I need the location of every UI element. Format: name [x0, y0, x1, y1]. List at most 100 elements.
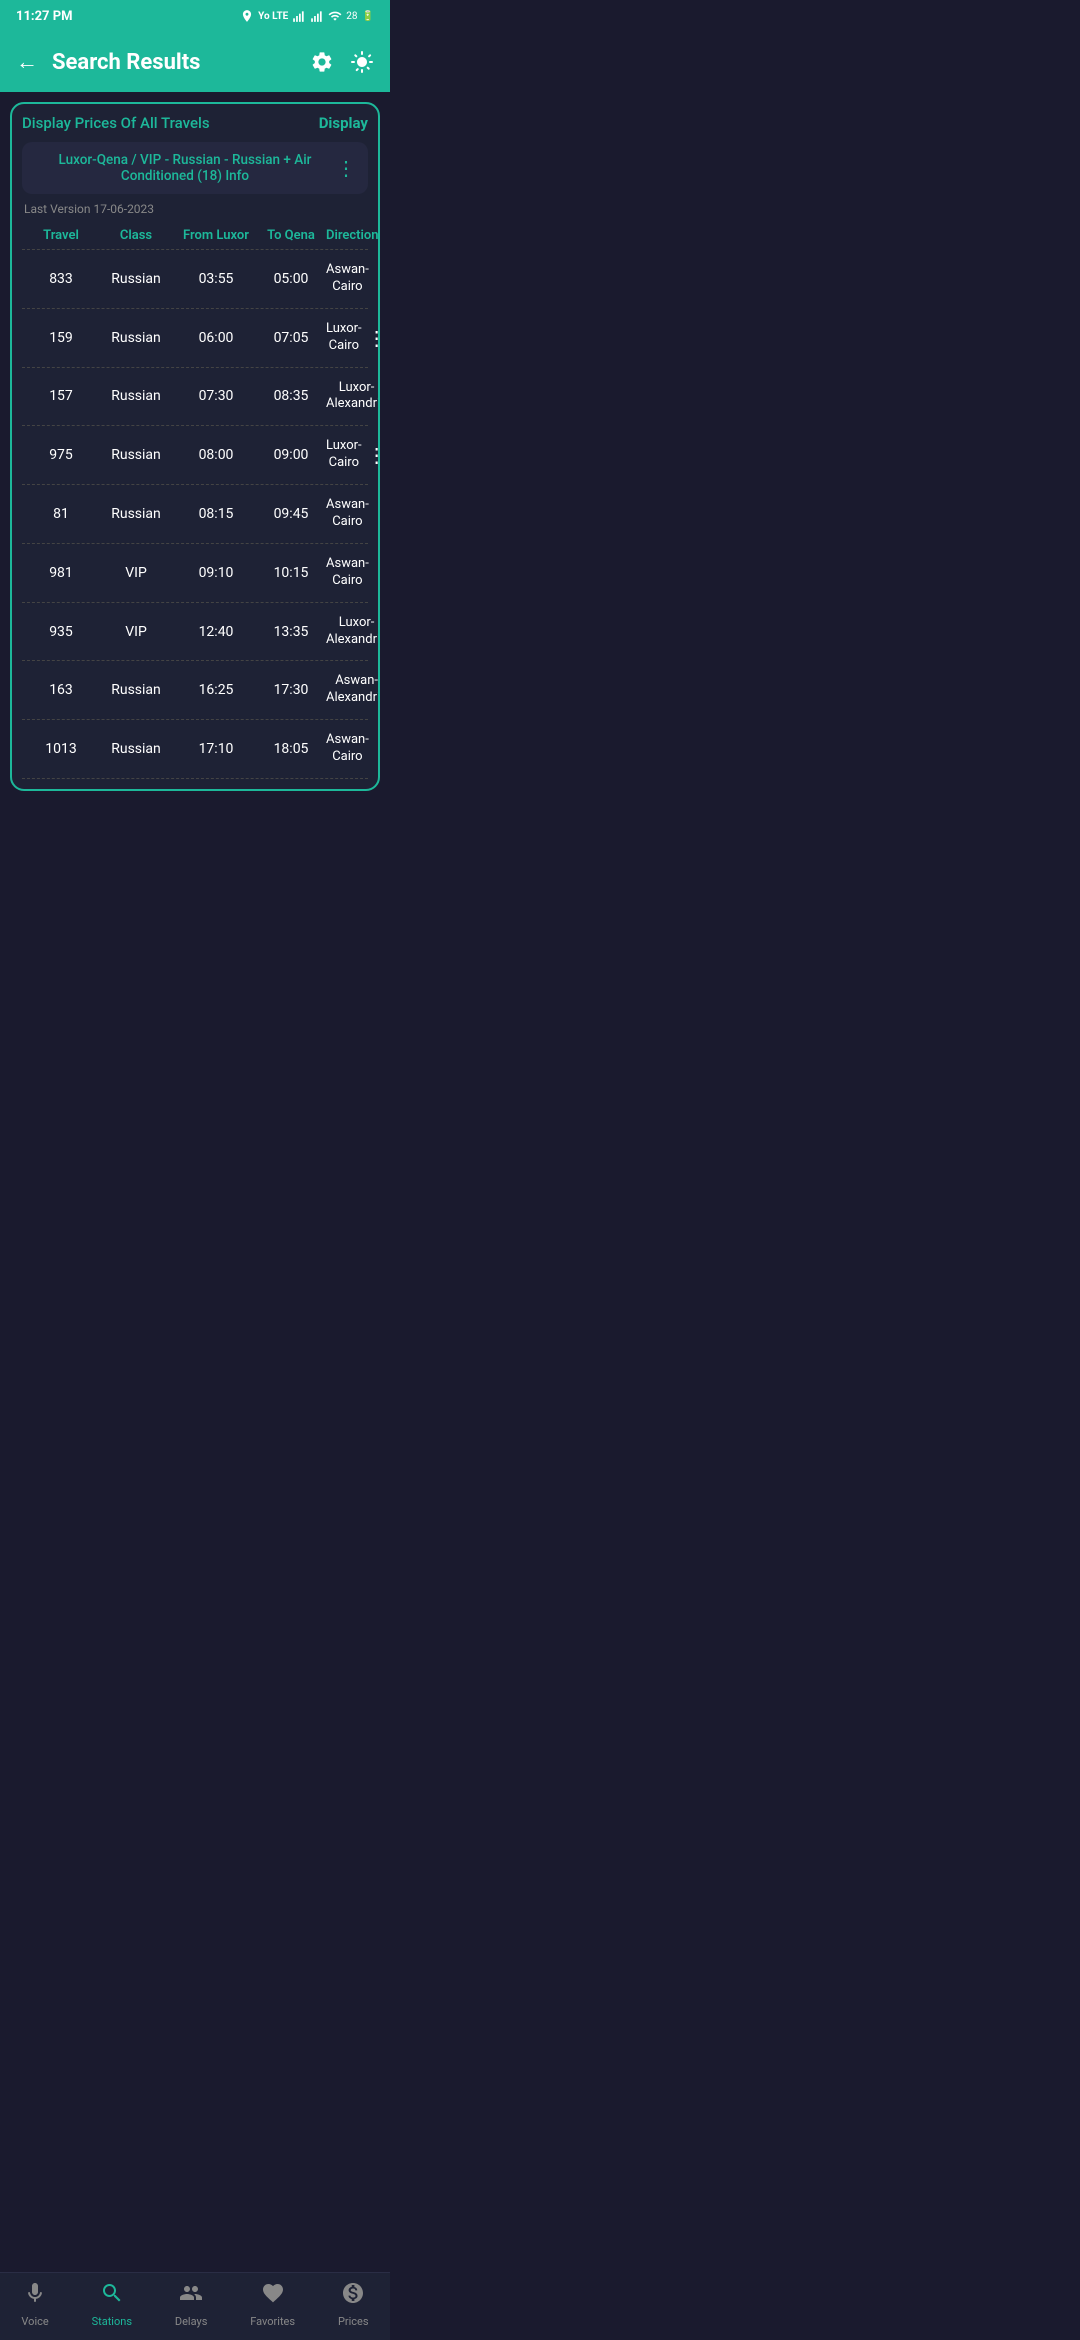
prices-icon	[341, 2281, 365, 2311]
lte-label: Yo LTE	[258, 11, 288, 22]
cell-travel: 1013	[26, 741, 96, 757]
display-prices-text: Display Prices Of All Travels	[22, 114, 210, 132]
route-info: Luxor-Qena / VIP - Russian - Russian + A…	[22, 142, 368, 194]
row-menu-button[interactable]: ⋮	[369, 502, 380, 526]
cell-travel: 833	[26, 271, 96, 287]
voice-icon	[23, 2281, 47, 2311]
cell-to: 05:00	[256, 271, 326, 287]
cell-class: Russian	[96, 506, 176, 522]
nav-label-delays: Delays	[175, 2315, 208, 2328]
cell-travel: 981	[26, 565, 96, 581]
row-menu-button[interactable]: ⋮	[362, 443, 380, 467]
cell-to: 09:45	[256, 506, 326, 522]
battery-label: 28	[346, 11, 357, 22]
route-text: Luxor-Qena / VIP - Russian - Russian + A…	[34, 152, 336, 184]
nav-item-stations[interactable]: Stations	[92, 2281, 132, 2328]
cell-from: 09:10	[176, 565, 256, 581]
alarm-icon	[240, 9, 254, 23]
cell-from: 06:00	[176, 330, 256, 346]
table-row: 981 VIP 09:10 10:15 Aswan-Cairo ⋮	[22, 544, 368, 602]
cell-to: 09:00	[256, 447, 326, 463]
cell-class: Russian	[96, 682, 176, 698]
status-icons: Yo LTE 28 🔋	[240, 9, 374, 23]
nav-label-stations: Stations	[92, 2315, 132, 2328]
row-menu-button[interactable]: ⋮	[369, 561, 380, 585]
version-text: Last Version 17-06-2023	[22, 202, 368, 216]
table-body: 833 Russian 03:55 05:00 Aswan-Cairo ⋮ 15…	[22, 249, 368, 779]
display-prices-button[interactable]: Display	[319, 114, 368, 132]
bottom-nav: Voice Stations Delays Favorites Prices	[0, 2272, 390, 2340]
nav-item-voice[interactable]: Voice	[21, 2281, 48, 2328]
nav-item-delays[interactable]: Delays	[175, 2281, 208, 2328]
th-class: Class	[96, 228, 176, 243]
cell-travel: 157	[26, 388, 96, 404]
cell-travel: 81	[26, 506, 96, 522]
table-row: 157 Russian 07:30 08:35 Luxor-Alexandria…	[22, 368, 368, 426]
table-row: 975 Russian 08:00 09:00 Luxor-Cairo ⋮	[22, 426, 368, 484]
wifi-icon	[328, 9, 342, 23]
delays-icon	[179, 2281, 203, 2311]
cell-from: 17:10	[176, 741, 256, 757]
signal-icon	[292, 9, 306, 23]
cell-direction: Luxor-Cairo	[326, 321, 362, 355]
status-time: 11:27 PM	[16, 9, 73, 24]
cell-travel: 159	[26, 330, 96, 346]
favorites-icon	[261, 2281, 285, 2311]
cell-direction: Aswan-Cairo	[326, 556, 369, 590]
table-row: 1013 Russian 17:10 18:05 Aswan-Cairo ⋮	[22, 720, 368, 778]
page-title: Search Results	[52, 50, 310, 75]
cell-travel: 163	[26, 682, 96, 698]
th-to: To Qena	[256, 228, 326, 243]
cell-class: Russian	[96, 388, 176, 404]
cell-travel: 935	[26, 624, 96, 640]
cell-to: 10:15	[256, 565, 326, 581]
th-travel: Travel	[26, 228, 96, 243]
cell-to: 17:30	[256, 682, 326, 698]
stations-icon	[100, 2281, 124, 2311]
cell-class: Russian	[96, 271, 176, 287]
cell-class: Russian	[96, 447, 176, 463]
table-row: 935 VIP 12:40 13:35 Luxor-Alexandria ⋮	[22, 603, 368, 661]
signal-icon2	[310, 9, 324, 23]
cell-direction: Luxor-Alexandria	[326, 380, 380, 414]
display-prices-banner: Display Prices Of All Travels Display	[22, 114, 368, 132]
th-from: From Luxor	[176, 228, 256, 243]
cell-from: 07:30	[176, 388, 256, 404]
route-menu-button[interactable]: ⋮	[336, 156, 356, 180]
cell-class: VIP	[96, 565, 176, 581]
cell-class: Russian	[96, 330, 176, 346]
app-header: ← Search Results	[0, 32, 390, 92]
cell-from: 08:15	[176, 506, 256, 522]
table-row: 833 Russian 03:55 05:00 Aswan-Cairo ⋮	[22, 250, 368, 308]
cell-to: 18:05	[256, 741, 326, 757]
header-icons	[310, 50, 374, 74]
cell-from: 12:40	[176, 624, 256, 640]
cell-direction: Aswan-Alexandria	[326, 673, 380, 707]
nav-label-prices: Prices	[338, 2315, 369, 2328]
row-menu-button[interactable]: ⋮	[369, 737, 380, 761]
table-row: 159 Russian 06:00 07:05 Luxor-Cairo ⋮	[22, 309, 368, 367]
th-direction: Direction	[326, 228, 379, 243]
nav-item-favorites[interactable]: Favorites	[250, 2281, 295, 2328]
cell-to: 13:35	[256, 624, 326, 640]
back-button[interactable]: ←	[16, 49, 38, 75]
theme-icon[interactable]	[350, 50, 374, 74]
cell-from: 03:55	[176, 271, 256, 287]
cell-travel: 975	[26, 447, 96, 463]
table-row: 163 Russian 16:25 17:30 Aswan-Alexandria…	[22, 661, 368, 719]
status-bar: 11:27 PM Yo LTE 28 🔋	[0, 0, 390, 32]
row-menu-button[interactable]: ⋮	[369, 267, 380, 291]
row-menu-button[interactable]: ⋮	[362, 326, 380, 350]
table-header: Travel Class From Luxor To Qena Directio…	[22, 222, 368, 249]
results-card: Display Prices Of All Travels Display Lu…	[10, 102, 380, 791]
nav-label-voice: Voice	[21, 2315, 48, 2328]
settings-icon[interactable]	[310, 50, 334, 74]
cell-from: 16:25	[176, 682, 256, 698]
cell-direction: Aswan-Cairo	[326, 262, 369, 296]
main-content: Display Prices Of All Travels Display Lu…	[0, 92, 390, 871]
nav-item-prices[interactable]: Prices	[338, 2281, 369, 2328]
cell-to: 07:05	[256, 330, 326, 346]
bottom-nav-items: Voice Stations Delays Favorites Prices	[0, 2281, 390, 2328]
cell-direction: Luxor-Cairo	[326, 438, 362, 472]
cell-direction: Luxor-Alexandria	[326, 615, 380, 649]
